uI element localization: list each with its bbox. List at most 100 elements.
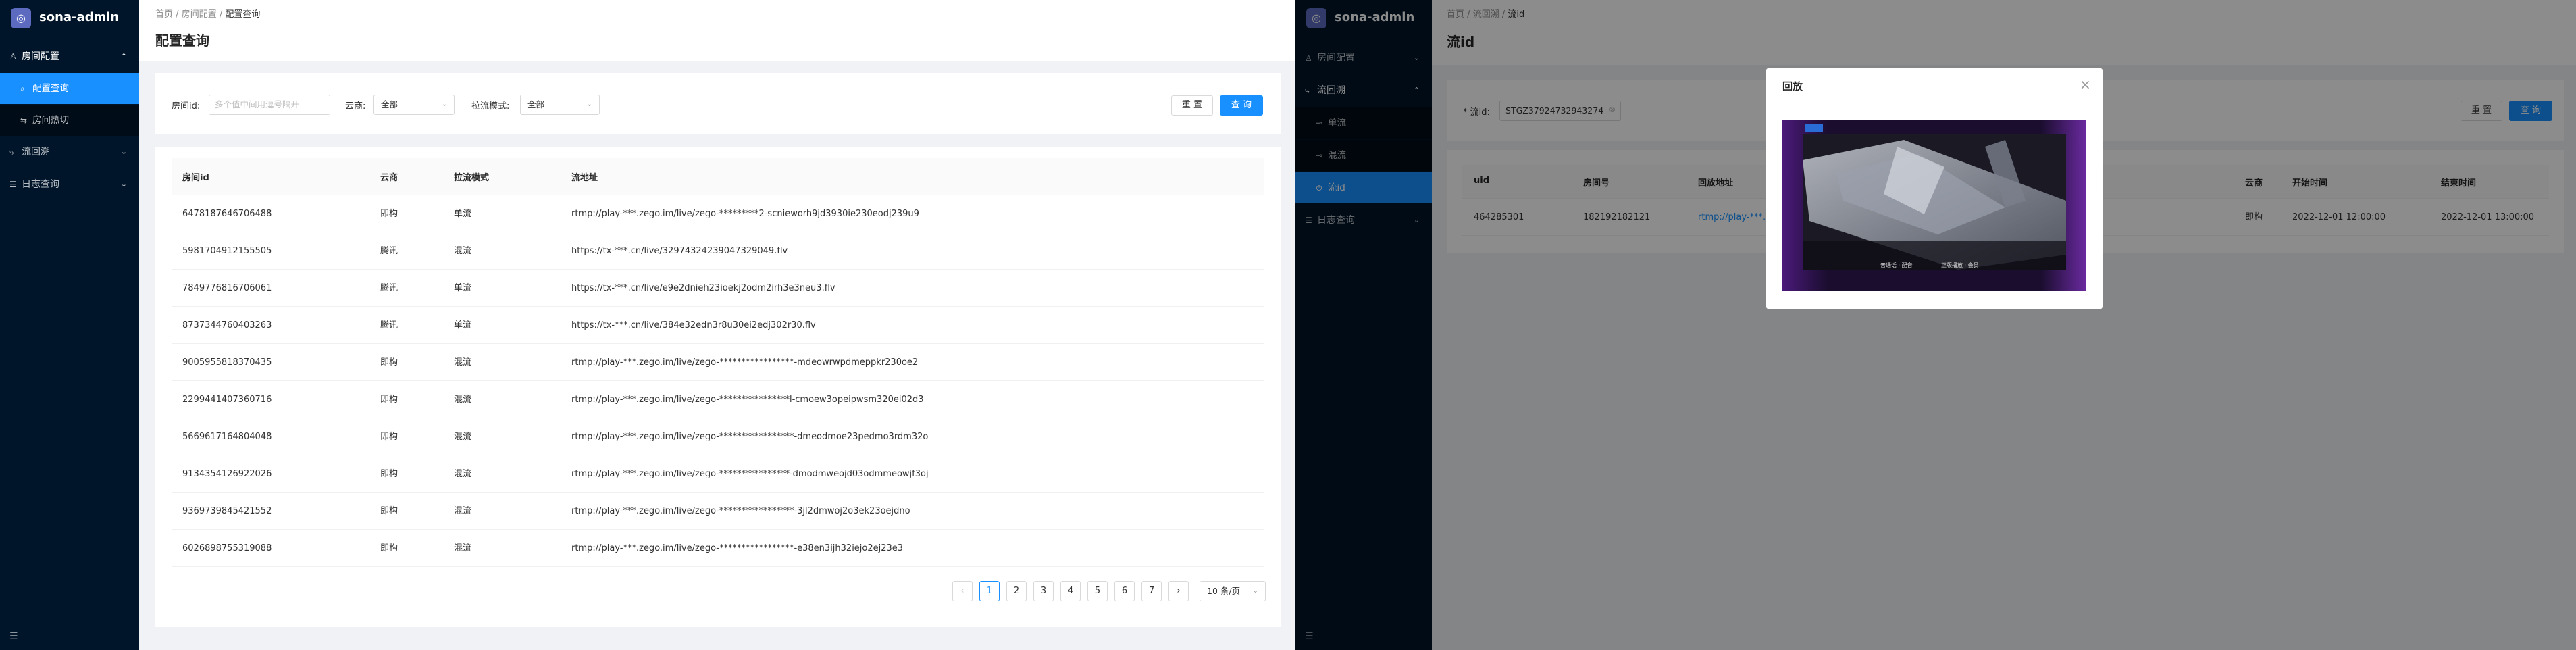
menu-room-config[interactable]: ♙ 房间配置 ⌃ <box>0 41 139 72</box>
video-player[interactable]: 普通话 · 配音 正版播放 · 会员 <box>1782 120 2086 291</box>
cell-room-id: 2299441407360716 <box>182 395 272 405</box>
modal-title: 回放 <box>1782 80 1803 93</box>
stream-icon: ⤷ <box>9 147 14 157</box>
table-row: 8737344760403263 腾讯 单流 https://tx-***.cn/li… <box>172 307 1264 344</box>
pull-mode-label: 拉流模式: <box>471 101 510 111</box>
cell-stream-url: rtmp://play-***.zego.im/live/zego-******… <box>571 395 924 405</box>
cell-pull-mode: 混流 <box>454 357 472 368</box>
main-content: 首页 / 房间配置 / 配置查询 配置查询 房间id: 多个值中间用逗号隔开 云… <box>139 0 1295 650</box>
cell-room-id: 5669617164804048 <box>182 432 272 442</box>
page-size-select[interactable]: 10 条/页 ⌄ <box>1200 581 1266 601</box>
page-button[interactable]: 2 <box>1006 581 1027 601</box>
cell-cloud: 腾讯 <box>380 246 398 256</box>
menu-label: 房间热切 <box>32 115 69 126</box>
table-row: 6026898755319088 即构 混流 rtmp://play-***.zego… <box>172 530 1264 567</box>
menu-stream-backtrack[interactable]: ⤷ 流回溯 ⌄ <box>0 136 139 168</box>
filter-card: 房间id: 多个值中间用逗号隔开 云商: 全部 ⌄ 拉流模式: 全部 ⌄ 重 置 查… <box>155 73 1281 134</box>
video-frame <box>1782 120 2086 291</box>
column-header: 房间id <box>182 173 209 183</box>
menu-room-hot-switch[interactable]: ⇆ 房间热切 <box>0 105 139 136</box>
cell-pull-mode: 混流 <box>454 506 472 516</box>
chevron-down-icon: ⌄ <box>586 101 592 108</box>
column-header: 流地址 <box>571 173 598 183</box>
menu-label: 房间配置 <box>22 51 59 62</box>
cell-cloud: 腾讯 <box>380 283 398 293</box>
cell-cloud: 腾讯 <box>380 320 398 330</box>
cell-stream-url: https://tx-***.cn/live/e9e2dnieh23ioekj2… <box>571 283 835 293</box>
chevron-down-icon: ⌄ <box>441 101 447 108</box>
menu-config-query[interactable]: ⌕ 配置查询 <box>0 73 139 104</box>
cell-room-id: 6478187646706488 <box>182 209 272 219</box>
cell-pull-mode: 单流 <box>454 283 472 293</box>
result-card: 房间id 云商 拉流模式 流地址 6478187646706488 即构 单流 rtm… <box>155 147 1281 627</box>
cell-pull-mode: 单流 <box>454 209 472 219</box>
cell-cloud: 即构 <box>380 395 398 405</box>
left-screen: ◎ sona-admin ♙ 房间配置 ⌃ ⌕ 配置查询 ⇆ 房间热切 ⤷ 流回溯 ⌄ … <box>0 0 1295 650</box>
cell-pull-mode: 混流 <box>454 395 472 405</box>
list-icon: ☰ <box>9 180 17 189</box>
pull-mode-select[interactable]: 全部 ⌄ <box>520 95 600 115</box>
table-row: 9369739845421552 即构 混流 rtmp://play-***.zego… <box>172 493 1264 530</box>
cell-stream-url: rtmp://play-***.zego.im/live/zego-******… <box>571 432 929 442</box>
collapse-menu-icon[interactable]: ☰ <box>9 631 18 642</box>
page-button[interactable]: 5 <box>1087 581 1108 601</box>
menu-label: 流回溯 <box>22 147 50 157</box>
table-row: 2299441407360716 即构 混流 rtmp://play-***.zego… <box>172 381 1264 418</box>
pull-mode-select-value: 全部 <box>527 99 545 109</box>
page-header: 首页 / 房间配置 / 配置查询 配置查询 <box>139 0 1295 61</box>
chevron-up-icon: ⌃ <box>120 52 127 61</box>
cell-pull-mode: 混流 <box>454 543 472 553</box>
cell-room-id: 8737344760403263 <box>182 320 272 330</box>
table-row: 5669617164804048 即构 混流 rtmp://play-***.zego… <box>172 418 1264 455</box>
prev-page-button[interactable]: ‹ <box>952 581 973 601</box>
page-button[interactable]: 3 <box>1033 581 1054 601</box>
breadcrumb-home[interactable]: 首页 <box>155 9 173 20</box>
cell-cloud: 即构 <box>380 469 398 479</box>
next-page-button[interactable]: › <box>1168 581 1189 601</box>
app-logo-icon: ◎ <box>11 8 31 28</box>
page-button[interactable]: 7 <box>1141 581 1162 601</box>
cell-stream-url: rtmp://play-***.zego.im/live/zego-******… <box>571 543 904 553</box>
reset-button[interactable]: 重 置 <box>1171 95 1213 116</box>
room-id-label: 房间id: <box>172 101 201 111</box>
column-header: 云商 <box>380 173 398 183</box>
room-id-input[interactable]: 多个值中间用逗号隔开 <box>209 95 330 115</box>
cell-pull-mode: 混流 <box>454 246 472 256</box>
cell-cloud: 即构 <box>380 506 398 516</box>
cell-room-id: 5981704912155505 <box>182 246 272 256</box>
chevron-down-icon: ⌄ <box>120 147 127 156</box>
breadcrumb-current: 配置查询 <box>225 9 261 20</box>
page-button[interactable]: 4 <box>1060 581 1081 601</box>
cell-cloud: 即构 <box>380 209 398 219</box>
cloud-select[interactable]: 全部 ⌄ <box>373 95 455 115</box>
close-icon[interactable]: × <box>2080 76 2091 93</box>
table-row: 9134354126922026 即构 混流 rtmp://play-***.zego… <box>172 455 1264 493</box>
table-row: 5981704912155505 腾讯 混流 https://tx-***.cn/li… <box>172 232 1264 270</box>
table-header: 房间id 云商 拉流模式 流地址 <box>172 158 1264 195</box>
cloud-select-value: 全部 <box>381 99 398 109</box>
table-row: 9005955818370435 即构 混流 rtmp://play-***.zego… <box>172 344 1264 381</box>
cell-stream-url: https://tx-***.cn/live/32974324239047329… <box>571 246 788 256</box>
video-subtitle-right: 正版播放 · 会员 <box>1941 262 1979 268</box>
cell-cloud: 即构 <box>380 543 398 553</box>
page-button[interactable]: 1 <box>979 581 1000 601</box>
cell-room-id: 9005955818370435 <box>182 357 272 368</box>
breadcrumb-section[interactable]: 房间配置 <box>182 9 217 20</box>
cell-room-id: 9134354126922026 <box>182 469 272 479</box>
page-button[interactable]: 6 <box>1114 581 1135 601</box>
search-button[interactable]: 查 询 <box>1220 95 1263 116</box>
table-row: 7849776816706061 腾讯 单流 https://tx-***.cn/li… <box>172 270 1264 307</box>
menu-log-query[interactable]: ☰ 日志查询 ⌄ <box>0 169 139 200</box>
cell-cloud: 即构 <box>380 357 398 368</box>
cell-room-id: 9369739845421552 <box>182 506 272 516</box>
cell-cloud: 即构 <box>380 432 398 442</box>
cell-pull-mode: 混流 <box>454 469 472 479</box>
column-header: 拉流模式 <box>454 173 490 183</box>
menu-label: 配置查询 <box>32 83 69 94</box>
cell-stream-url: rtmp://play-***.zego.im/live/zego-******… <box>571 209 919 219</box>
chevron-down-icon: ⌄ <box>120 180 127 189</box>
breadcrumb-sep: / <box>219 9 223 20</box>
breadcrumb: 首页 / 房间配置 / 配置查询 <box>155 7 260 20</box>
page-title: 配置查询 <box>155 32 209 49</box>
chevron-down-icon: ⌄ <box>1252 587 1258 595</box>
